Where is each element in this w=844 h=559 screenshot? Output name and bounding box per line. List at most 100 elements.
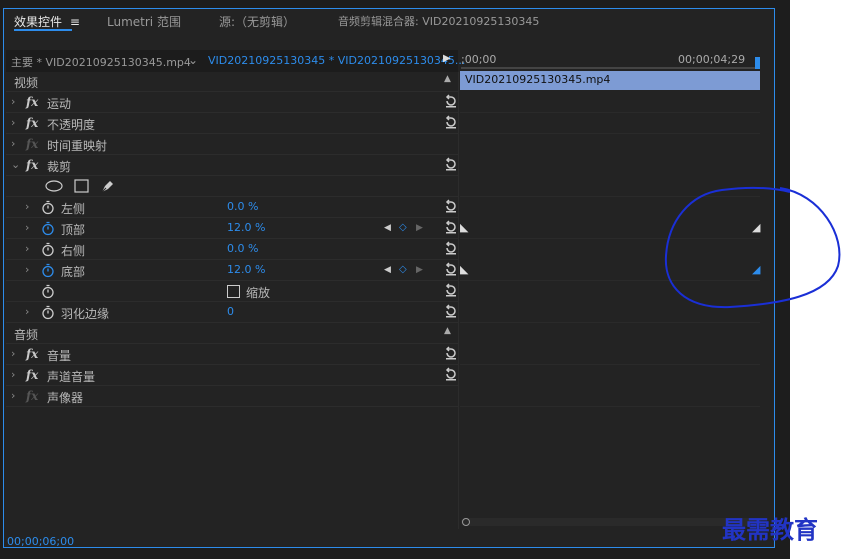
effect-label: 不透明度 — [47, 118, 96, 132]
keyframe-start-bottom[interactable]: ◣ — [460, 263, 468, 276]
stopwatch-active-icon[interactable] — [41, 221, 55, 236]
tab-audio-clip-mixer[interactable]: 音频剪辑混合器: VID20210925130345 — [338, 13, 539, 29]
param-label: 羽化边缘 — [61, 307, 110, 321]
effect-row-channel-volume[interactable]: › fx 声道音量 — [6, 366, 458, 386]
fx-icon: fx — [26, 137, 39, 151]
play-icon[interactable]: ▶ — [443, 53, 451, 64]
param-row-feather[interactable]: › 羽化边缘 0 — [6, 303, 458, 323]
prev-keyframe-icon[interactable]: ◀ — [384, 265, 391, 275]
collapse-icon[interactable]: ▲ — [444, 74, 451, 84]
effect-label: 时间重映射 — [47, 139, 108, 153]
rectangle-mask-icon[interactable] — [74, 179, 89, 193]
effect-row-volume[interactable]: › fx 音量 — [6, 345, 458, 365]
scroll-handle[interactable] — [462, 518, 470, 526]
timeline-scrollbar[interactable] — [461, 518, 761, 526]
chevron-right-icon[interactable]: › — [11, 116, 15, 129]
fx-icon[interactable]: fx — [26, 116, 38, 130]
chevron-right-icon[interactable]: › — [25, 263, 29, 276]
fx-icon[interactable]: fx — [26, 347, 38, 361]
reset-icon[interactable] — [444, 262, 458, 276]
param-value[interactable]: 0 — [227, 305, 234, 318]
tab-menu-icon[interactable]: ≡ — [70, 15, 80, 29]
effect-row-motion[interactable]: › fx 运动 — [6, 93, 458, 113]
reset-icon[interactable] — [444, 304, 458, 318]
reset-icon[interactable] — [444, 220, 458, 234]
chevron-right-icon[interactable]: › — [11, 137, 15, 150]
fx-icon[interactable]: fx — [26, 95, 38, 109]
effect-label: 裁剪 — [47, 160, 72, 174]
param-label: 顶部 — [61, 223, 86, 237]
param-value[interactable]: 12.0 % — [227, 263, 265, 276]
param-row-right[interactable]: › 右侧 0.0 % — [6, 240, 458, 260]
ellipse-mask-icon[interactable] — [45, 180, 63, 192]
reset-icon[interactable] — [444, 115, 458, 129]
reset-icon[interactable] — [444, 367, 458, 381]
mask-tools-row — [6, 177, 458, 197]
video-section-header[interactable]: 视频 ▲ — [6, 72, 458, 92]
playhead-marker[interactable] — [755, 57, 760, 69]
chevron-right-icon[interactable]: › — [25, 221, 29, 234]
effect-label: 声道音量 — [47, 370, 96, 384]
chevron-right-icon[interactable]: › — [25, 242, 29, 255]
reset-icon[interactable] — [444, 94, 458, 108]
next-keyframe-icon[interactable]: ▶ — [416, 223, 423, 233]
master-clip-label[interactable]: 主要 * VID20210925130345.mp4 — [11, 54, 191, 70]
fx-icon[interactable]: fx — [26, 368, 38, 382]
effect-row-crop[interactable]: ⌄ fx 裁剪 — [6, 156, 458, 176]
tab-lumetri-scopes[interactable]: Lumetri 范围 — [107, 13, 181, 30]
param-value[interactable]: 0.0 % — [227, 200, 258, 213]
chevron-right-icon[interactable]: › — [11, 95, 15, 108]
param-row-zoom[interactable]: 缩放 — [6, 282, 458, 302]
param-row-bottom[interactable]: › 底部 12.0 % ◀ ◇ ▶ — [6, 261, 458, 281]
stopwatch-icon[interactable] — [41, 242, 55, 257]
chevron-right-icon[interactable]: › — [11, 368, 15, 381]
video-section-label: 视频 — [14, 76, 39, 90]
stopwatch-active-icon[interactable] — [41, 263, 55, 278]
param-row-left[interactable]: › 左侧 0.0 % — [6, 198, 458, 218]
effect-row-panner[interactable]: › fx 声像器 — [6, 387, 458, 407]
stopwatch-icon[interactable] — [41, 305, 55, 320]
add-keyframe-icon[interactable]: ◇ — [399, 264, 407, 275]
chevron-down-icon[interactable]: ⌄ — [188, 53, 198, 67]
chevron-right-icon[interactable]: › — [11, 347, 15, 360]
column-divider[interactable] — [458, 72, 459, 529]
param-value[interactable]: 0.0 % — [227, 242, 258, 255]
audio-section-header[interactable]: 音频 ▲ — [6, 324, 458, 344]
tab-source[interactable]: 源:（无剪辑） — [219, 13, 295, 30]
effect-row-time-remap[interactable]: › fx 时间重映射 — [6, 135, 458, 155]
reset-icon[interactable] — [444, 199, 458, 213]
chevron-down-icon[interactable]: ⌄ — [11, 158, 20, 171]
annotation-circle — [664, 186, 841, 309]
effect-label: 音量 — [47, 349, 72, 363]
chevron-right-icon[interactable]: › — [25, 200, 29, 213]
reset-icon[interactable] — [444, 283, 458, 297]
next-keyframe-icon[interactable]: ▶ — [416, 265, 423, 275]
zoom-checkbox[interactable] — [227, 285, 240, 298]
collapse-icon[interactable]: ▲ — [444, 326, 451, 336]
effect-row-opacity[interactable]: › fx 不透明度 — [6, 114, 458, 134]
tab-label: 效果控件 — [14, 15, 63, 29]
prev-keyframe-icon[interactable]: ◀ — [384, 223, 391, 233]
fx-icon[interactable]: fx — [26, 158, 38, 172]
time-ruler[interactable] — [461, 67, 757, 69]
chevron-right-icon[interactable]: › — [25, 305, 29, 318]
stopwatch-icon[interactable] — [41, 284, 55, 299]
tab-effect-controls[interactable]: 效果控件 ≡ — [14, 13, 80, 30]
param-value[interactable]: 12.0 % — [227, 221, 265, 234]
reset-icon[interactable] — [444, 157, 458, 171]
reset-icon[interactable] — [444, 346, 458, 360]
param-label: 右侧 — [61, 244, 86, 258]
reset-icon[interactable] — [444, 241, 458, 255]
param-label: 左侧 — [61, 202, 86, 216]
current-timecode[interactable]: 00;00;06;00 — [7, 535, 74, 548]
pen-mask-icon[interactable] — [100, 178, 116, 194]
stopwatch-icon[interactable] — [41, 200, 55, 215]
keyframe-start-top[interactable]: ◣ — [460, 221, 468, 234]
timeline-clip-bar[interactable]: VID20210925130345.mp4 — [460, 71, 760, 90]
add-keyframe-icon[interactable]: ◇ — [399, 222, 407, 233]
timeline-row-line — [460, 406, 760, 407]
param-row-top[interactable]: › 顶部 12.0 % ◀ ◇ ▶ — [6, 219, 458, 239]
audio-section-label: 音频 — [14, 328, 39, 342]
sequence-clip-label[interactable]: VID20210925130345 * VID20210925130345... — [208, 54, 465, 67]
chevron-right-icon[interactable]: › — [11, 389, 15, 402]
